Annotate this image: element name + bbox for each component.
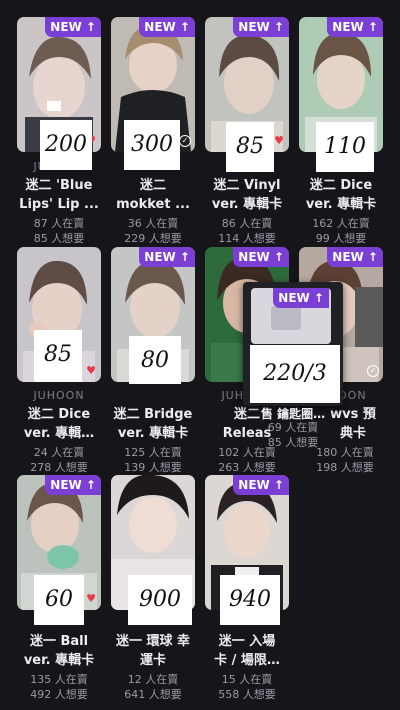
overlay-photo-detail (271, 306, 301, 330)
new-badge: NEW ↑ (45, 17, 101, 37)
heart-icon[interactable]: ♥ (86, 593, 96, 604)
checkmark-icon: ✓ (179, 135, 191, 147)
card-title-c4: 迷二 Dice ver. 專輯卡 (305, 178, 377, 212)
price-label-c5: 85 (34, 330, 82, 382)
price-label-c2: 300 (124, 120, 180, 170)
price-label-c9: 60 (34, 575, 84, 625)
checkmark-icon: ✓ (367, 365, 379, 377)
card-title-c1: 迷二 'Blue Lips' Lip ... (19, 178, 99, 212)
price-label-c10-visible: 900 (128, 575, 192, 625)
card-stats-c2: 36 人在賣 229 人想要 (124, 217, 182, 245)
card-title-c10: 迷一 環球 幸運卡 (115, 634, 191, 668)
new-badge: NEW ↑ (233, 475, 289, 495)
group-label-c5: JUHOON (33, 389, 85, 402)
overlay-stats: 69 人在賣 85 人想要 (267, 421, 319, 449)
card-stats-c4: 162 人在賣 99 人想要 (312, 217, 370, 245)
new-badge: NEW ↑ (273, 288, 329, 308)
card-stats-c9: 135 人在賣 492 人想要 (30, 673, 88, 701)
price-label-c4: 110 (316, 122, 374, 172)
card-stats-c6: 125 人在賣 139 人想要 (124, 446, 182, 474)
card-stats-c11: 15 人在賣 558 人想要 (218, 673, 276, 701)
card-title-c6: 迷二 Bridge ver. 專輯卡 (113, 407, 193, 441)
new-badge: NEW ↑ (139, 17, 195, 37)
card-stats-c10: 12 人在賣 641 人想要 (124, 673, 182, 701)
card-title-c2: 迷二 mokket ... (116, 178, 190, 212)
price-label-overlay: 220/3 (250, 345, 340, 403)
overlay-title: 售 鑰匙圈… (260, 407, 326, 421)
card-stats-c1: 87 人在賣 85 人想要 (33, 217, 85, 245)
new-badge: NEW ↑ (327, 17, 383, 37)
price-label-c11: 940 (220, 575, 280, 625)
card-stats-c5: 24 人在賣 278 人想要 (30, 446, 88, 474)
heart-icon[interactable]: ♥ (274, 135, 284, 146)
card-stats-c3: 86 人在賣 114 人想要 (218, 217, 276, 245)
new-badge: NEW ↑ (233, 17, 289, 37)
card-title-c9: 迷一 Ball ver. 專輯卡 (23, 634, 95, 668)
card-title-c3: 迷二 Vinyl ver. 專輯卡 (211, 178, 283, 212)
price-label-c6: 80 (129, 336, 181, 384)
heart-icon[interactable]: ♥ (86, 365, 96, 376)
price-label-c3: 85 (226, 122, 274, 172)
price-label-c1: 200 (40, 120, 92, 170)
new-badge: NEW ↑ (139, 247, 195, 267)
card-title-c11: 迷一 入場卡 / 場限… (214, 634, 280, 668)
new-badge: NEW ↑ (327, 247, 383, 267)
new-badge: NEW ↑ (45, 475, 101, 495)
new-badge: NEW ↑ (233, 247, 289, 267)
card-title-c5: 迷二 Dice ver. 專輯… (23, 407, 95, 441)
